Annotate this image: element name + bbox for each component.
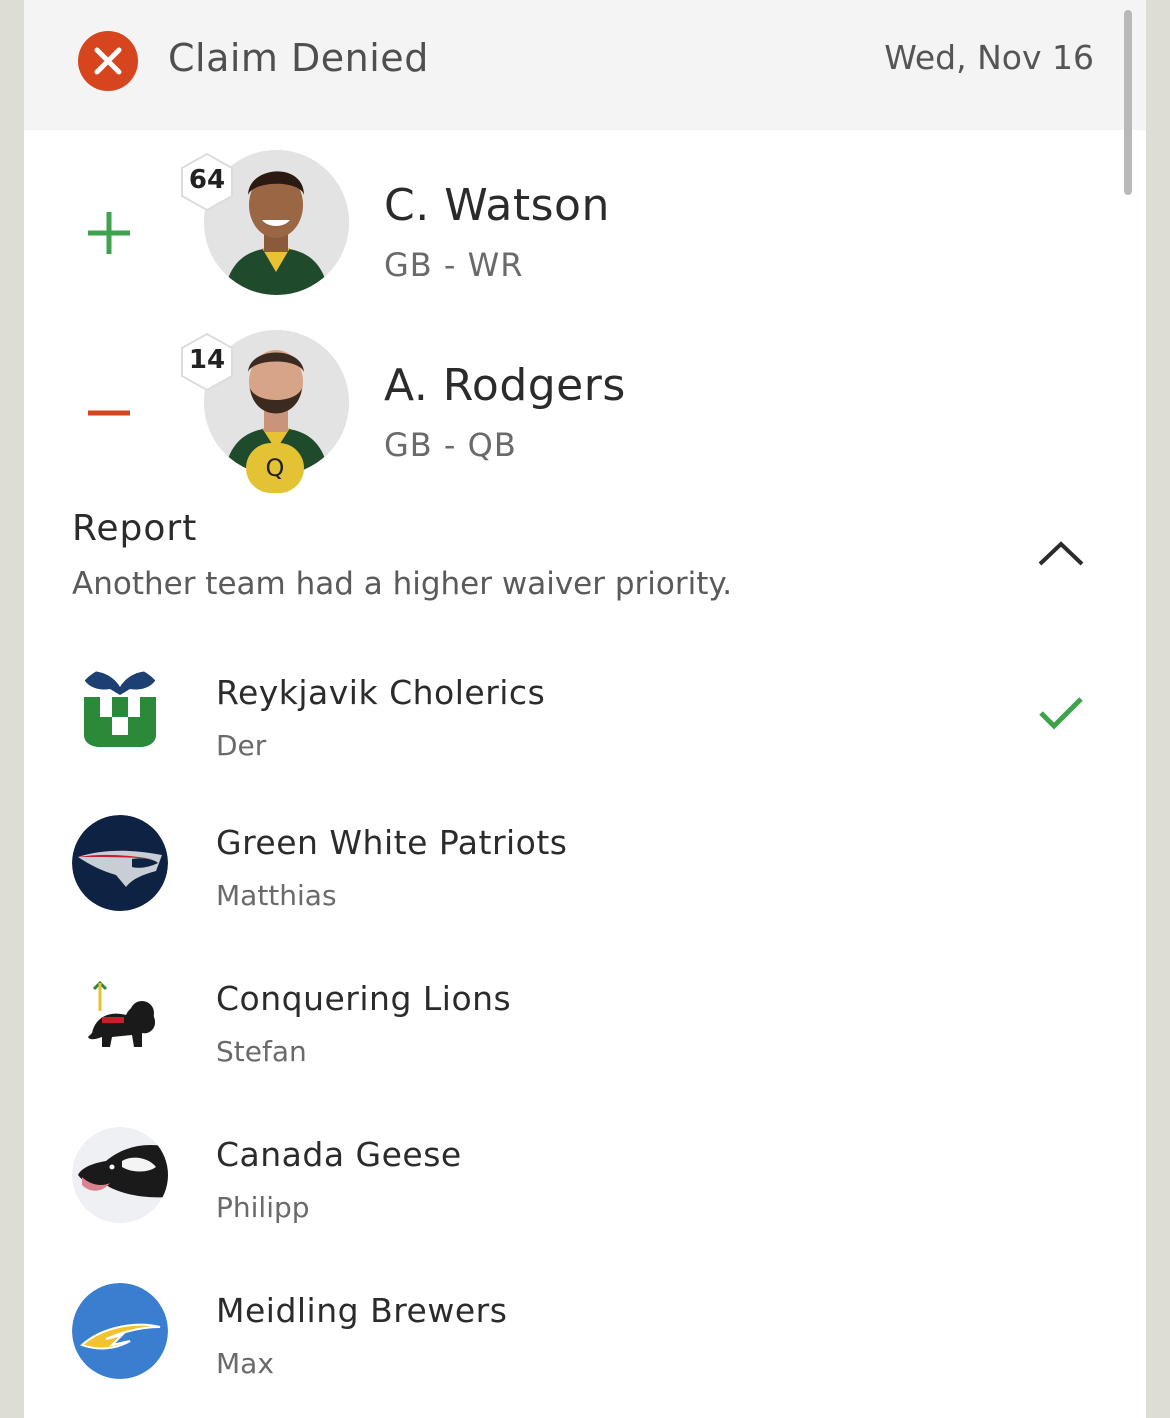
claim-date: Wed, Nov 16	[884, 38, 1094, 77]
transaction-card: Claim Denied Wed, Nov 16 64 C. Watson GB…	[24, 0, 1146, 1418]
questionable-badge: Q	[246, 443, 304, 493]
report-title: Report	[72, 508, 198, 549]
claim-status: Claim Denied	[168, 36, 429, 80]
whalers-logo	[72, 665, 168, 761]
player-name[interactable]: A. Rodgers	[384, 360, 626, 411]
player-name[interactable]: C. Watson	[384, 180, 610, 231]
team-row[interactable]: Reykjavik Cholerics Der	[24, 665, 1146, 775]
team-name[interactable]: Conquering Lions	[216, 979, 511, 1018]
player-row-added[interactable]: 64 C. Watson GB - WR	[24, 150, 1146, 310]
goose-logo	[72, 1127, 168, 1223]
rank-badge: 14	[177, 332, 237, 392]
team-name[interactable]: Reykjavik Cholerics	[216, 673, 545, 712]
team-name[interactable]: Meidling Brewers	[216, 1291, 507, 1330]
lion-logo	[72, 971, 168, 1067]
plus-icon	[84, 208, 134, 258]
chevron-up-icon[interactable]	[1036, 536, 1086, 570]
team-owner: Stefan	[216, 1035, 307, 1068]
team-row[interactable]: Canada Geese Philipp	[24, 1127, 1146, 1237]
report-message: Another team had a higher waiver priorit…	[72, 566, 733, 602]
player-position: GB - WR	[384, 246, 524, 284]
team-owner: Philipp	[216, 1191, 310, 1224]
team-row[interactable]: Meidling Brewers Max	[24, 1283, 1146, 1393]
team-name[interactable]: Green White Patriots	[216, 823, 568, 862]
team-name[interactable]: Canada Geese	[216, 1135, 462, 1174]
patriots-logo	[72, 815, 168, 911]
minus-icon	[84, 388, 134, 438]
player-row-dropped[interactable]: 14 Q A. Rodgers GB - QB	[24, 330, 1146, 493]
team-owner: Max	[216, 1347, 274, 1380]
player-position: GB - QB	[384, 426, 517, 464]
claim-header[interactable]: Claim Denied Wed, Nov 16	[24, 0, 1146, 130]
rank-value: 64	[188, 165, 226, 195]
rank-badge: 64	[177, 152, 237, 212]
team-row[interactable]: Green White Patriots Matthias	[24, 815, 1146, 925]
chargers-logo	[72, 1283, 168, 1379]
check-icon	[1036, 693, 1086, 733]
team-owner: Der	[216, 729, 267, 762]
team-owner: Matthias	[216, 879, 337, 912]
close-circle-icon	[78, 31, 138, 91]
rank-value: 14	[188, 345, 226, 375]
team-row[interactable]: Conquering Lions Stefan	[24, 971, 1146, 1081]
